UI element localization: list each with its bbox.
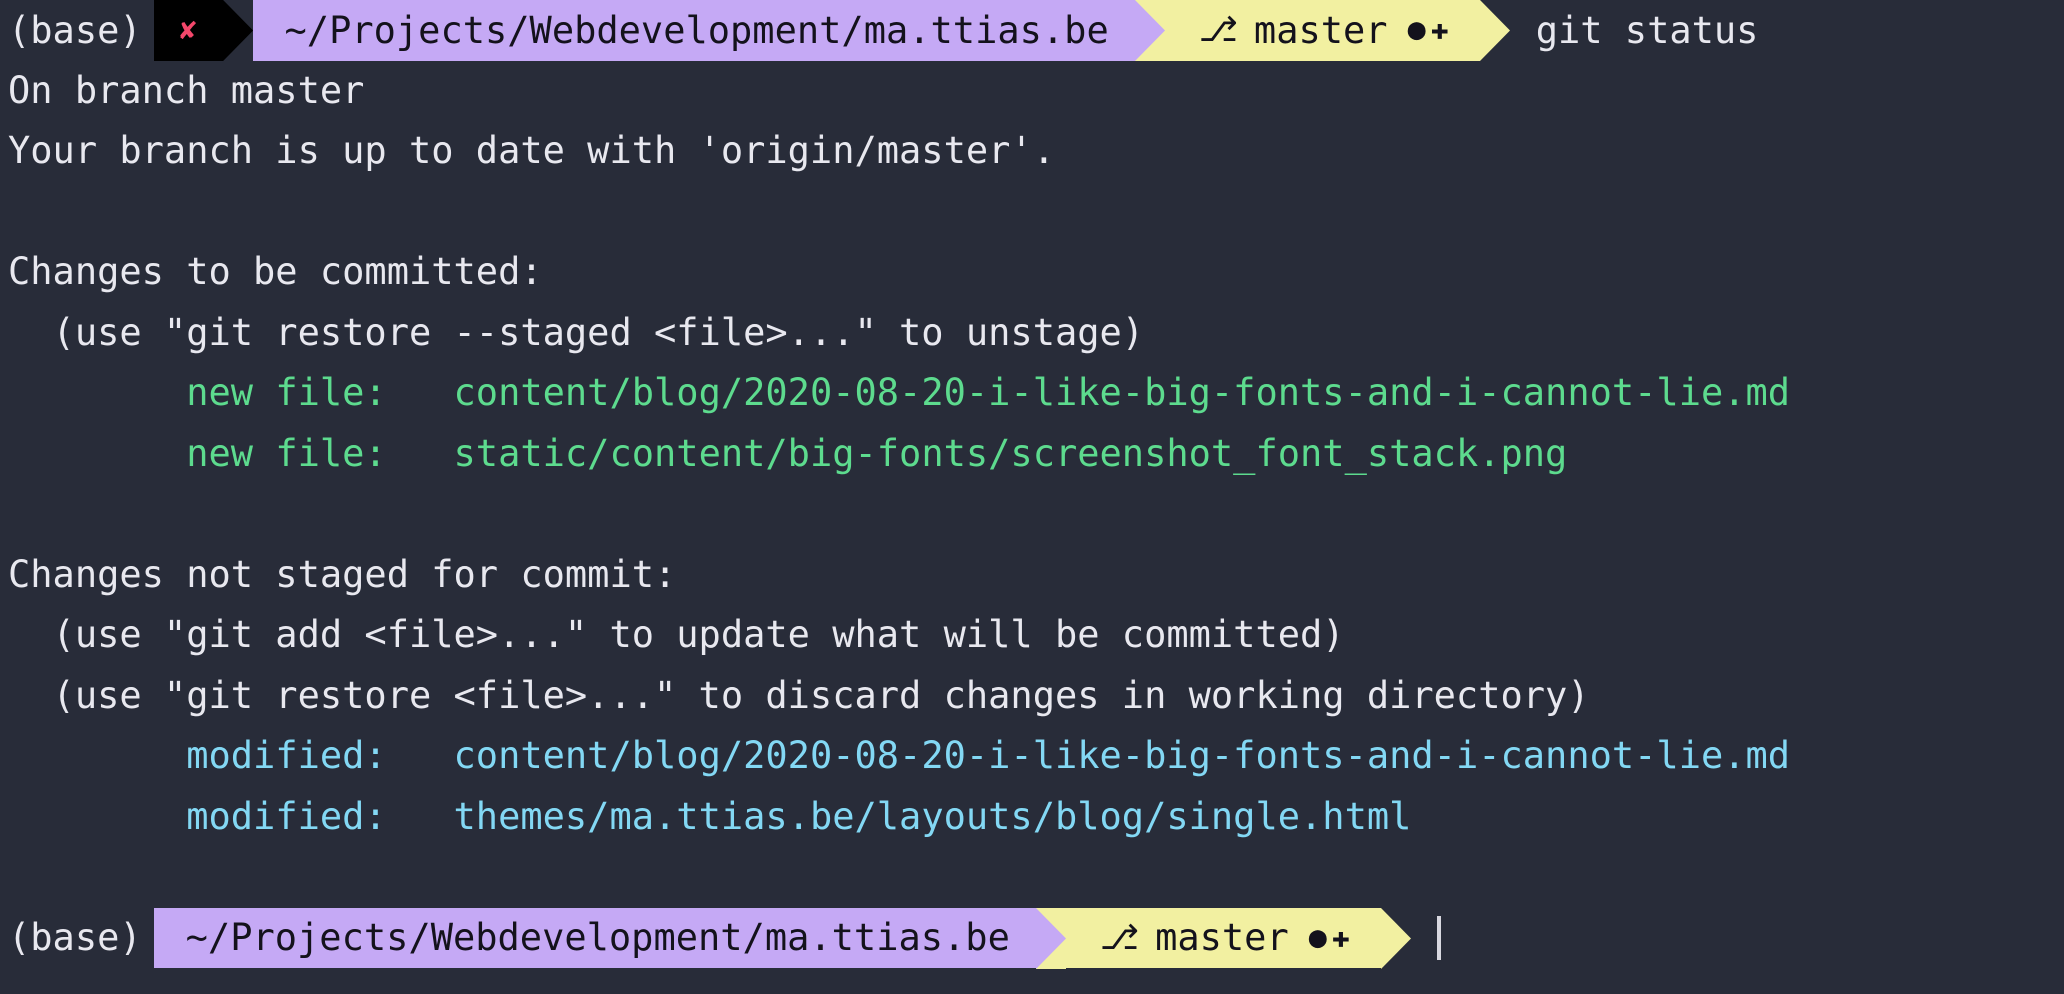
output-staged-header: Changes to be committed:	[8, 250, 543, 293]
cwd-path-segment: ~/Projects/Webdevelopment/ma.ttias.be	[252, 0, 1135, 61]
unstaged-file-row: modified: themes/ma.ttias.be/layouts/blo…	[186, 794, 1412, 838]
unstaged-file-row: modified: content/blog/2020-08-20-i-like…	[186, 734, 1791, 777]
git-branch-segment: ⎇ master ●✚	[1164, 0, 1480, 61]
git-branch-icon: ⎇	[1198, 10, 1238, 51]
staged-file-row: new file: content/blog/2020-08-20-i-like…	[186, 371, 1791, 414]
command-text: git status	[1535, 8, 1759, 52]
powerline-separator-path-to-git	[1035, 907, 1066, 969]
output-unstaged-hint: (use "git restore <file>..." to discard …	[8, 673, 1590, 717]
text-cursor[interactable]	[1436, 915, 1441, 960]
git-branch-icon: ⎇	[1099, 917, 1140, 958]
exit-status-error-icon: ✘	[153, 0, 223, 61]
prompt-line-bottom[interactable]: (base) ~/Projects/Webdevelopment/ma.ttia…	[0, 907, 2064, 969]
output-branch-line: On branch master	[8, 68, 365, 112]
powerline-separator-git-to-input	[1380, 907, 1411, 969]
cwd-path-segment: ~/Projects/Webdevelopment/ma.ttias.be	[153, 907, 1036, 968]
output-spacer-2	[0, 484, 2064, 545]
powerline-separator-error-to-path	[222, 0, 253, 61]
output-staged-hint: (use "git restore --staged <file>..." to…	[8, 310, 1145, 354]
powerline-separator-path-to-git	[1134, 0, 1165, 61]
output-upstream-line: Your branch is up to date with 'origin/m…	[8, 129, 1055, 172]
conda-env-label: (base)	[8, 916, 142, 960]
git-branch-name: master	[1253, 8, 1388, 52]
terminal-window: (base) ✘ ~/Projects/Webdevelopment/ma.tt…	[0, 0, 2064, 994]
git-branch-name: master	[1155, 916, 1289, 960]
git-status-flags: ●✚	[1308, 919, 1355, 955]
output-unstaged-header: Changes not staged for commit:	[8, 552, 677, 596]
prompt-line-top: (base) ✘ ~/Projects/Webdevelopment/ma.tt…	[0, 0, 2064, 61]
output-unstaged-hint: (use "git add <file>..." to update what …	[8, 613, 1345, 656]
powerline-separator-git-to-command	[1479, 0, 1510, 61]
output-spacer-1	[0, 182, 2064, 243]
output-spacer-3	[0, 847, 2064, 908]
staged-file-row: new file: static/content/big-fonts/scree…	[186, 431, 1568, 475]
conda-env-label: (base)	[8, 8, 142, 52]
git-branch-segment: ⎇ master ●✚	[1065, 907, 1381, 968]
git-status-flags: ●✚	[1407, 12, 1454, 48]
